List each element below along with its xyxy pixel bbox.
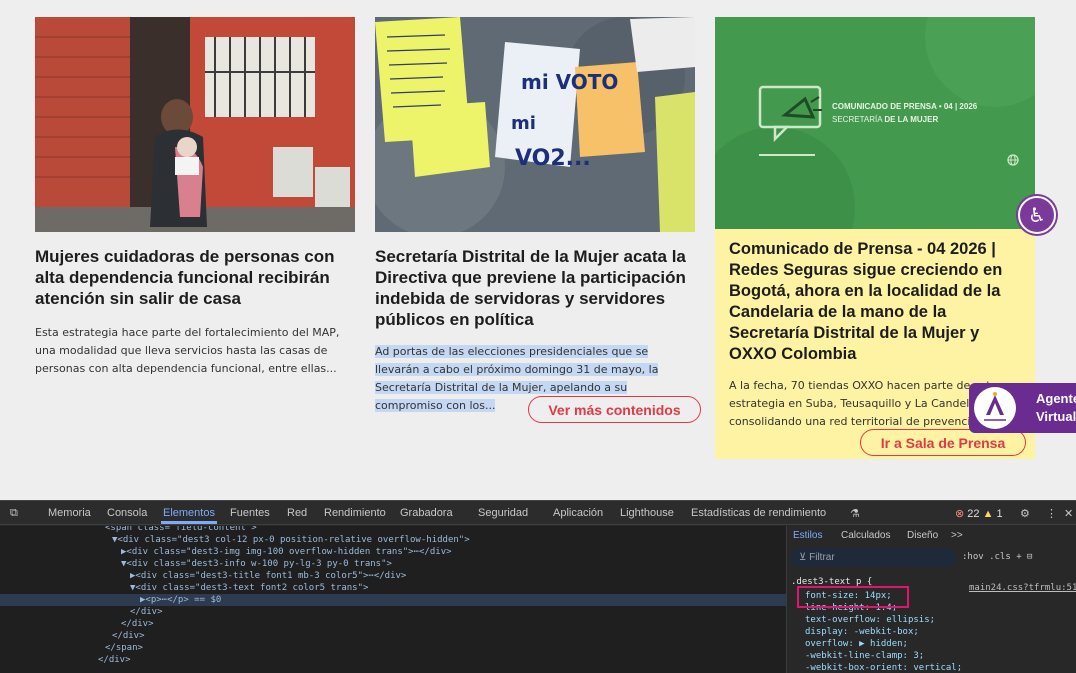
- accessibility-icon[interactable]: ♿: [1018, 196, 1056, 234]
- close-icon[interactable]: ✕: [1064, 507, 1073, 520]
- tab-seguridad[interactable]: Seguridad: [478, 507, 528, 519]
- dom-line[interactable]: ▶<div class="dest3-img img-100 overflow-…: [121, 546, 452, 558]
- card-title[interactable]: Mujeres cuidadoras de personas con alta …: [35, 246, 355, 309]
- virtual-agent-widget[interactable]: Agente Virtual: [969, 383, 1076, 433]
- warning-count: 1: [996, 508, 1003, 520]
- styles-filter-input[interactable]: ⊻ Filtrar: [791, 548, 956, 567]
- card-image-sticky-notes[interactable]: mi VOTO mi VO2...: [375, 17, 695, 232]
- agent-logo-icon: [974, 387, 1016, 429]
- note-text: mi: [511, 113, 536, 134]
- styles-pane: Estilos Calculados Diseño >> ⊻ Filtrar :…: [786, 526, 1076, 673]
- warning-icon: ▲: [982, 508, 994, 520]
- dom-line[interactable]: ▼<div class="dest3 col-12 px-0 position-…: [112, 534, 470, 546]
- tab-memoria[interactable]: Memoria: [48, 507, 91, 519]
- tab-aplicacion[interactable]: Aplicación: [553, 507, 603, 519]
- tab-calculados[interactable]: Calculados: [841, 530, 890, 541]
- tab-grabadora[interactable]: Grabadora: [400, 507, 453, 519]
- card-title[interactable]: Secretaría Distrital de la Mujer acata l…: [375, 246, 695, 330]
- ver-mas-contenidos-button[interactable]: Ver más contenidos: [528, 396, 701, 423]
- news-card-directiva[interactable]: mi VOTO mi VO2... Secretaría Distrital d…: [375, 17, 695, 415]
- css-prop[interactable]: overflow: ▶ hidden;: [805, 638, 908, 650]
- dom-line[interactable]: </div>: [112, 630, 145, 642]
- card-image-caregiver[interactable]: [35, 17, 355, 232]
- tab-estadisticas[interactable]: Estadísticas de rendimiento: [691, 507, 826, 519]
- agent-label: Virtual: [1036, 409, 1076, 424]
- agent-label: Agente: [1036, 391, 1076, 406]
- ir-sala-prensa-button[interactable]: Ir a Sala de Prensa: [860, 429, 1026, 456]
- dom-line[interactable]: ▼<div class="dest3-text font2 color5 tra…: [130, 582, 368, 594]
- card-summary: Esta estrategia hace parte del fortaleci…: [35, 326, 340, 375]
- flask-icon: ⚗: [850, 508, 860, 520]
- dom-line[interactable]: ▶<div class="dest3-title font1 mb-3 colo…: [130, 570, 406, 582]
- tab-fuentes[interactable]: Fuentes: [230, 507, 270, 519]
- dom-line[interactable]: ▼<div class="dest3-info w-100 py-lg-3 py…: [121, 558, 392, 570]
- styles-toolbar[interactable]: :hov .cls + ⊟: [962, 552, 1032, 562]
- card-image-press-banner[interactable]: COMUNICADO DE PRENSA • 04 | 2026 SECRETA…: [715, 17, 1035, 229]
- svg-text:SECRETARÍA DE LA MUJER: SECRETARÍA DE LA MUJER: [832, 115, 938, 124]
- dock-icon[interactable]: ⧉: [10, 507, 18, 520]
- more-tabs-icon[interactable]: >>: [951, 530, 963, 541]
- tab-consola[interactable]: Consola: [107, 507, 147, 519]
- dom-line[interactable]: </div>: [98, 654, 131, 666]
- error-icon: ⊗: [955, 508, 965, 520]
- dom-line-selected[interactable]: ▶<p>⋯</p> == $0: [0, 594, 786, 606]
- website-viewport: Mujeres cuidadoras de personas con alta …: [0, 0, 1076, 500]
- css-prop[interactable]: text-overflow: ellipsis;: [805, 614, 935, 626]
- css-prop[interactable]: display: -webkit-box;: [805, 626, 919, 638]
- dom-line[interactable]: </div>: [121, 618, 154, 630]
- page: Mujeres cuidadoras de personas con alta …: [0, 0, 1076, 673]
- tab-elementos[interactable]: Elementos: [161, 507, 217, 524]
- error-count: 22: [967, 508, 980, 520]
- css-prop[interactable]: -webkit-line-clamp: 3;: [805, 650, 924, 662]
- dom-line[interactable]: </span>: [105, 642, 143, 654]
- highlight-annotation: [797, 586, 909, 608]
- tab-diseno[interactable]: Diseño: [907, 530, 938, 541]
- card-title[interactable]: Comunicado de Prensa - 04 2026 | Redes S…: [729, 239, 1021, 365]
- tab-estilos[interactable]: Estilos: [793, 530, 822, 541]
- css-prop[interactable]: -webkit-box-orient: vertical;: [805, 662, 962, 673]
- tab-lighthouse[interactable]: Lighthouse: [620, 507, 674, 519]
- banner-title: COMUNICADO DE PRENSA • 04 | 2026: [832, 102, 978, 111]
- devtools-panel: ⧉ Memoria Consola Elementos Fuentes Red …: [0, 500, 1076, 673]
- news-card-cuidadoras[interactable]: Mujeres cuidadoras de personas con alta …: [35, 17, 355, 378]
- dom-line[interactable]: </div>: [130, 606, 163, 618]
- devtools-tabbar: ⧉ Memoria Consola Elementos Fuentes Red …: [0, 501, 1076, 525]
- note-text: mi VOTO: [521, 70, 618, 94]
- elements-tree[interactable]: <span class="field-content"> ▼<div class…: [0, 526, 786, 673]
- issue-counters[interactable]: ⊗ 22 ▲ 1: [955, 507, 1003, 520]
- banner-subtitle: SECRETARÍA: [832, 115, 884, 124]
- settings-icon[interactable]: ⚙: [1020, 507, 1030, 520]
- dom-line[interactable]: <span class="field-content">: [105, 526, 257, 534]
- more-options-icon[interactable]: ⋮: [1046, 507, 1057, 520]
- filter-icon: ⊻: [799, 552, 810, 563]
- note-text: VO2...: [515, 146, 591, 171]
- new-rule-icon[interactable]: +: [1016, 552, 1027, 562]
- banner-subtitle-bold: DE LA MUJER: [884, 115, 938, 124]
- hov-cls-toggles[interactable]: :hov .cls: [962, 552, 1011, 562]
- tab-red[interactable]: Red: [287, 507, 307, 519]
- computed-toggle-icon[interactable]: ⊟: [1027, 552, 1032, 562]
- css-source-link[interactable]: main24.css?tfrmlu:51: [969, 582, 1076, 594]
- styles-tabbar: Estilos Calculados Diseño >>: [787, 526, 1076, 545]
- tab-rendimiento[interactable]: Rendimiento: [324, 507, 386, 519]
- filter-placeholder: Filtrar: [809, 552, 835, 563]
